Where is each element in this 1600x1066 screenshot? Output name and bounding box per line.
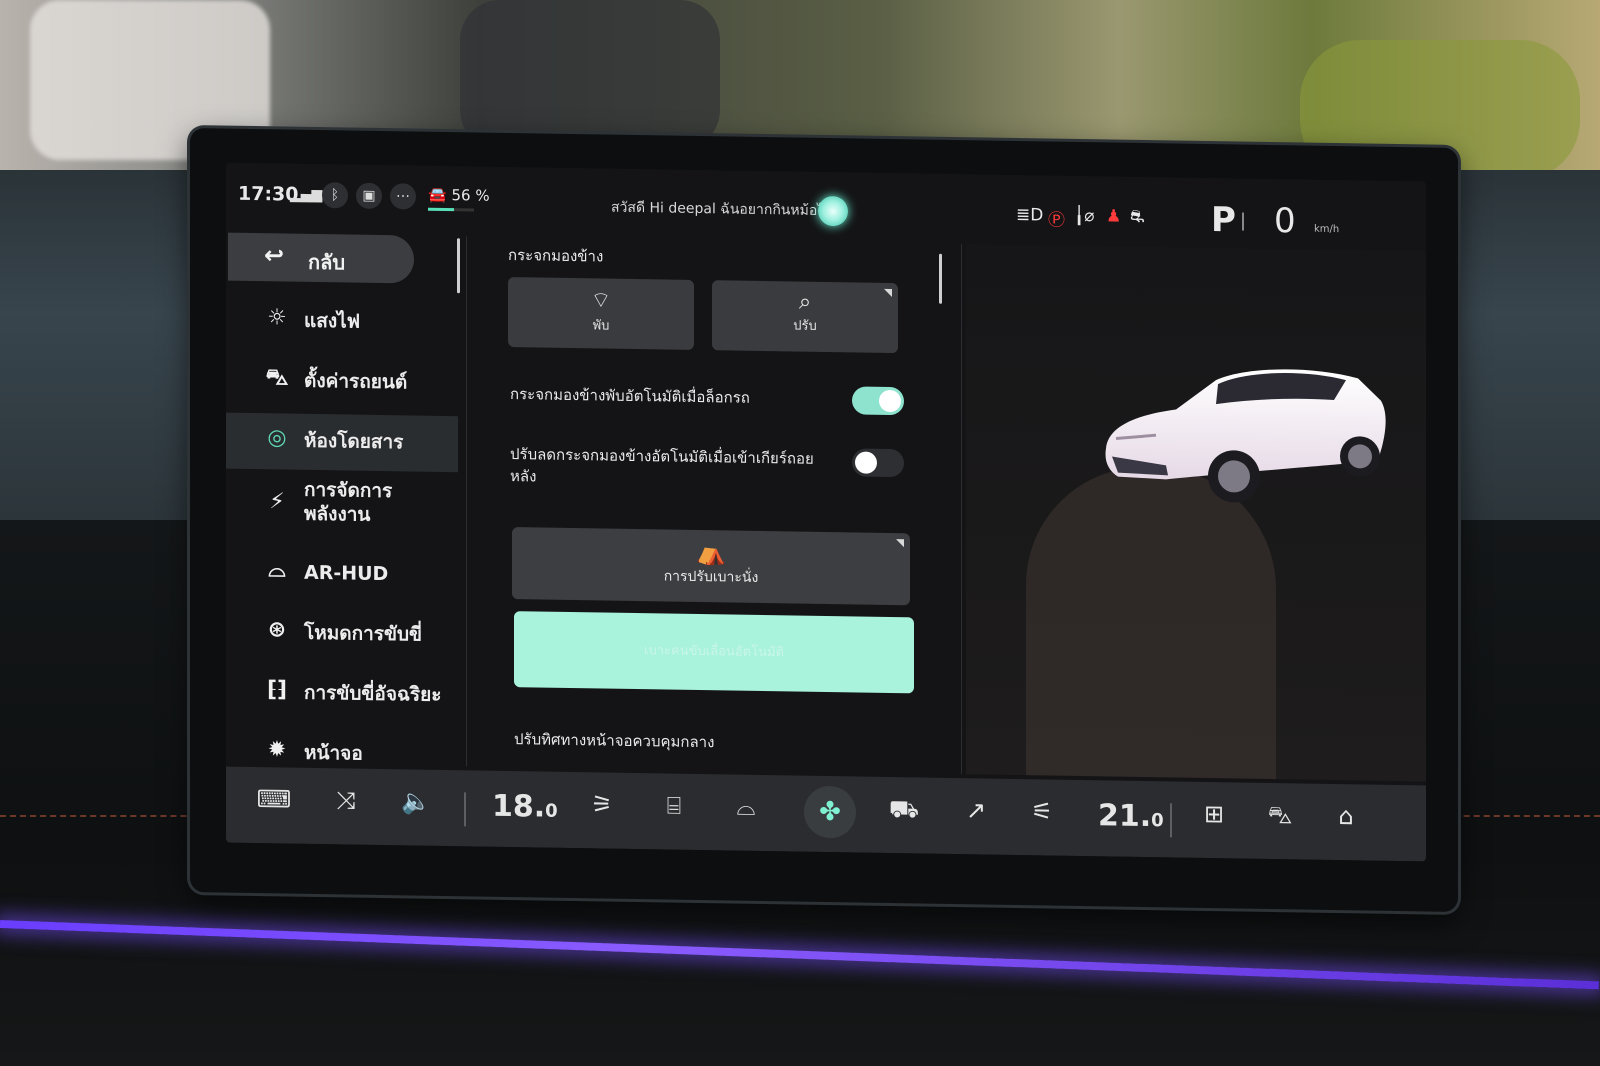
right-temp-decimal: 0 [1151, 810, 1164, 832]
sidebar-item-label: AR-HUD [304, 561, 389, 586]
dock-separator [1170, 803, 1172, 838]
divider [466, 236, 467, 767]
sidebar-item-label: หน้าจอ [304, 741, 363, 765]
sidebar-item-lighting[interactable]: ☼ แสงไฟ [226, 293, 458, 353]
apps-grid-icon[interactable]: ⊞ [1194, 800, 1234, 829]
car-battery-status: 🚘 56 % [428, 185, 490, 212]
mirror-adjust-label: ปรับ [793, 318, 817, 334]
mirror-fold-label: พับ [592, 318, 610, 334]
passenger-seat-icon[interactable]: ⚟ [1022, 797, 1062, 826]
dock-separator [464, 792, 466, 827]
auto-tilt-toggle[interactable] [852, 448, 904, 478]
home-icon[interactable]: ⌂ [1326, 802, 1366, 831]
tire-pressure-icon: ⛐ [1130, 206, 1145, 228]
vehicle-icon[interactable]: ⛍ [1260, 801, 1300, 833]
gear-separator [1242, 212, 1244, 231]
car-icon: ⛍ [265, 365, 289, 391]
auto-tilt-label: ปรับลดกระจกมองข้างอัตโนมัติเมื่อเข้าเกีย… [510, 445, 814, 486]
vehicle-preview [966, 244, 1426, 782]
battery-fill [428, 207, 454, 212]
battery-percent: 56 % [451, 186, 490, 205]
steering-icon: ⊛ [267, 617, 287, 643]
energy-icon: ⚡ [269, 489, 285, 515]
back-arrow-icon: ↩ [264, 241, 285, 270]
seat-icon: ⛺ [696, 537, 726, 567]
content-scrollbar[interactable] [939, 253, 942, 304]
sidebar-item-drive-mode[interactable]: ⊛ โหมดการขับขี่ [226, 605, 458, 665]
smart-drive-icon: ⁅⁆ [266, 677, 288, 703]
front-defrost-icon[interactable]: ⌓ [726, 792, 766, 821]
route-icon[interactable]: ⤨ [326, 786, 366, 815]
divider [961, 244, 962, 775]
car-battery-icon: 🚘 [428, 185, 447, 205]
right-temperature[interactable]: 21.0 [1098, 798, 1164, 834]
expand-corner-icon [896, 539, 904, 548]
sidebar-item-label: การจัดการพลังงาน [304, 478, 393, 526]
right-temp-value: 21. [1098, 798, 1152, 835]
airbag-icon: ♟ [1106, 206, 1122, 227]
mirror-fold-tile[interactable]: ⌔ พับ [508, 277, 694, 350]
auto-fold-toggle[interactable] [852, 386, 904, 416]
seat-adjust-label: การปรับเบาะนั่ง [663, 568, 759, 586]
section-title-mirrors: กระจกมองข้าง [508, 246, 604, 266]
sidebar-scrollbar[interactable] [457, 238, 460, 294]
toggle-knob [855, 451, 877, 474]
background-blur [460, 0, 720, 150]
volume-icon[interactable]: 🔈 [396, 787, 436, 816]
sidebar-item-ar-hud[interactable]: ⌓ AR-HUD [226, 545, 458, 605]
hud-icon: ⌓ [268, 557, 286, 583]
back-button[interactable]: ↩ กลับ [228, 232, 414, 284]
speed-value: 0 [1274, 201, 1296, 242]
cabin-settings-panel: กระจกมองข้าง ⌔ พับ ⌕ ปรับ กระจกมองข้างพั… [490, 237, 950, 774]
sidebar-item-label: ห้องโดยสาร [304, 429, 404, 454]
toggle-knob [879, 389, 901, 413]
headlight-icon: ≣D [1016, 204, 1044, 226]
chat-icon[interactable]: ⌨ [254, 785, 294, 814]
section-title-screen-direction: ปรับทิศทางหน้าจอควบคุมกลาง [514, 730, 715, 752]
infotainment-screen: 17:30 ▂▄▆ ᛒ ▣ ⋯ 🚘 56 % สวัสดี Hi deepal … [226, 162, 1426, 862]
seat-adjust-tile[interactable]: ⛺ การปรับเบาะนั่ง [512, 527, 910, 606]
auto-fold-label: กระจกมองข้างพับอัตโนมัติเมื่อล็อกรถ [510, 385, 750, 407]
voice-assistant-orb[interactable] [818, 195, 848, 227]
light-icon: ☼ [267, 305, 287, 331]
auto-seat-slide-button[interactable]: เบาะคนขับเลื่อนอัตโนมัติ [514, 611, 914, 694]
sidebar-item-cabin[interactable]: ◎ ห้องโดยสาร [226, 412, 458, 473]
fan-icon[interactable]: ✤ [804, 785, 856, 839]
sidebar-item-vehicle-settings[interactable]: ⛍ ตั้งค่ารถยนต์ [226, 353, 458, 413]
settings-sidebar: ↩ กลับ ☼ แสงไฟ ⛍ ตั้งค่ารถยนต์ ◎ ห้องโดย… [226, 232, 458, 767]
sidebar-item-smart-driving[interactable]: ⁅⁆ การขับขี่อัจฉริยะ [226, 665, 458, 725]
mirror-adjust-icon: ⌕ [798, 289, 812, 315]
rear-defrost-icon[interactable]: ⌸ [654, 791, 694, 820]
seat-heat-icon[interactable]: ⚞ [582, 790, 622, 819]
sidebar-item-label: ตั้งค่ารถยนต์ [304, 369, 408, 394]
left-temp-decimal: 0 [545, 800, 558, 822]
car-model-image [1105, 369, 1386, 503]
gear-indicator: P [1211, 200, 1236, 241]
cabin-icon: ◎ [267, 425, 287, 451]
bluetooth-icon[interactable]: ᛒ [322, 182, 348, 209]
more-icon[interactable]: ⋯ [390, 183, 416, 210]
car-icon[interactable]: ⛟ [884, 795, 924, 827]
speed-unit: km/h [1314, 223, 1340, 236]
left-temperature[interactable]: 18.0 [492, 789, 558, 825]
sidebar-item-label: แสงไฟ [304, 309, 361, 333]
left-temp-value: 18. [492, 788, 546, 825]
parking-brake-icon: Ⓟ [1048, 210, 1065, 231]
sidebar-item-energy[interactable]: ⚡ การจัดการพลังงาน [226, 471, 458, 545]
sidebar-item-label: โหมดการขับขี่ [304, 621, 423, 646]
battery-bar [428, 207, 474, 212]
wiper-icon[interactable]: ↗ [956, 796, 996, 825]
back-label: กลับ [308, 249, 346, 275]
expand-corner-icon [884, 288, 892, 298]
sidebar-item-label: การขับขี่อัจฉริยะ [304, 681, 442, 706]
camera-icon[interactable]: ▣ [356, 182, 382, 210]
voice-greeting: สวัสดี Hi deepal ฉันอยากกินหม้อไฟ [611, 199, 835, 220]
signal-icon: ▂▄▆ [290, 186, 323, 204]
mirror-fold-icon: ⌔ [590, 288, 612, 314]
mirror-adjust-tile[interactable]: ⌕ ปรับ [712, 280, 898, 354]
seatbelt-icon: ╽⌀ [1074, 205, 1095, 227]
display-icon: ✹ [267, 737, 287, 763]
